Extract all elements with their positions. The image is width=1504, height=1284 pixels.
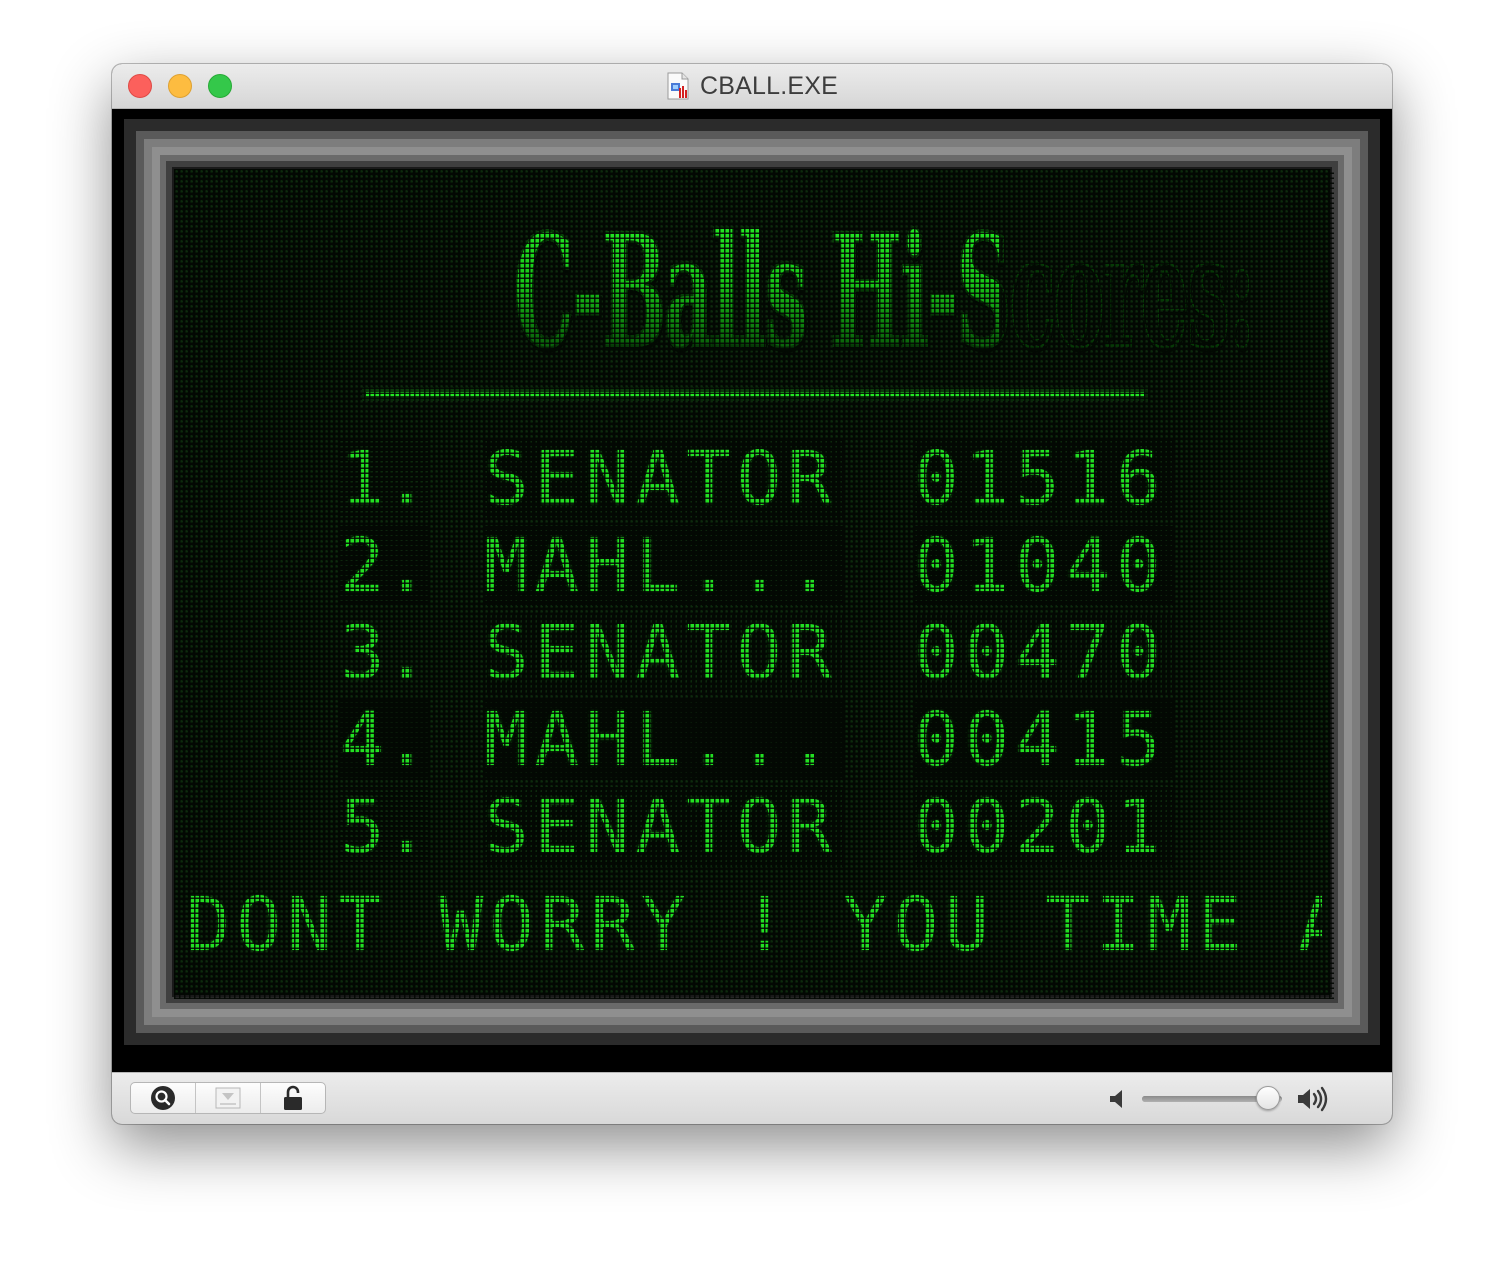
player-name: SENATOR (484, 787, 844, 867)
score-rank: 1. (340, 436, 430, 522)
scrolling-message: DONT WORRY ! YOU TIME AT (186, 885, 1322, 965)
player-name: MAHL... (484, 700, 844, 780)
magnifier-icon (150, 1085, 176, 1111)
score-value: 00470 (914, 613, 1174, 693)
score-row: 1. SENATOR 01516 (174, 439, 1334, 519)
score-value: 01516 (914, 439, 1174, 519)
bottom-toolbar (112, 1072, 1392, 1124)
app-window: CBALL.EXE C-Balls Hi-Scores: 1. SENATOR … (112, 64, 1392, 1124)
heading-underline (362, 387, 1148, 401)
score-row: 2. MAHL... 01040 (174, 526, 1334, 606)
score-row: 3. SENATOR 00470 (174, 613, 1334, 693)
window-title-group: CBALL.EXE (112, 64, 1392, 108)
title-bar[interactable]: CBALL.EXE (112, 64, 1392, 109)
volume-slider-knob[interactable] (1256, 1086, 1280, 1110)
score-value: 00415 (914, 700, 1174, 780)
score-rank: 2. (340, 523, 430, 609)
high-score-list: 1. SENATOR 01516 2. MAHL... 01040 3. SEN… (174, 439, 1334, 879)
score-rank: 5. (340, 784, 430, 870)
game-screen[interactable]: C-Balls Hi-Scores: 1. SENATOR 01516 2. M… (112, 109, 1392, 1072)
dropdown-tray-icon (215, 1087, 241, 1109)
score-rank: 4. (340, 697, 430, 783)
score-value: 00201 (914, 787, 1174, 867)
score-value: 01040 (914, 526, 1174, 606)
hi-scores-heading: C-Balls Hi-Scores: (513, 181, 1257, 406)
capture-menu-button[interactable] (196, 1083, 261, 1113)
zoom-button[interactable] (131, 1083, 196, 1113)
player-name: SENATOR (484, 439, 844, 519)
window-title: CBALL.EXE (700, 71, 838, 100)
document-app-icon (666, 72, 690, 100)
player-name: SENATOR (484, 613, 844, 693)
score-row: 4. MAHL... 00415 (174, 700, 1334, 780)
player-name: MAHL... (484, 526, 844, 606)
lcd-display: C-Balls Hi-Scores: 1. SENATOR 01516 2. M… (172, 167, 1334, 999)
speaker-high-icon[interactable] (1296, 1085, 1334, 1113)
volume-fill (1142, 1096, 1268, 1102)
score-rank: 3. (340, 610, 430, 696)
toolbar-segmented-control (130, 1082, 326, 1114)
score-row: 5. SENATOR 00201 (174, 787, 1334, 867)
speaker-low-icon[interactable] (1108, 1087, 1130, 1111)
mouse-lock-button[interactable] (261, 1083, 325, 1113)
unlock-icon (282, 1085, 304, 1111)
